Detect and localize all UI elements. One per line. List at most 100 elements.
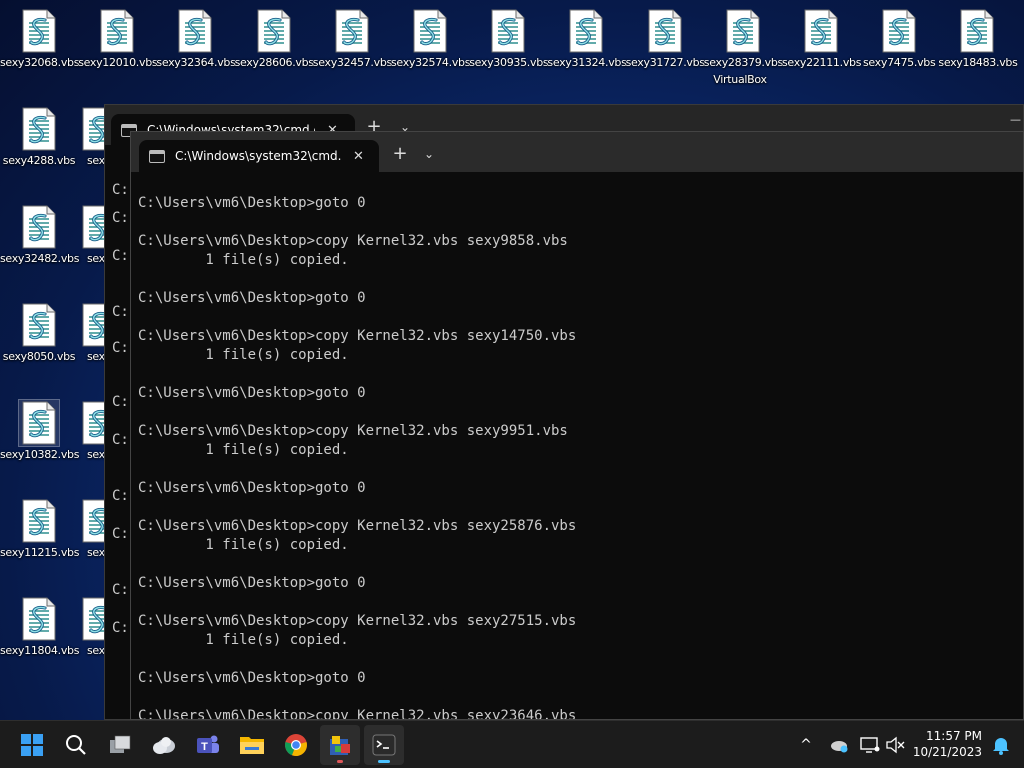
vbs-file-icon <box>19 596 59 642</box>
file-explorer-button[interactable] <box>232 725 272 765</box>
terminal-line: C: <box>112 526 129 542</box>
file-explorer-icon <box>240 737 264 754</box>
desktop-icon-label: sexy32364.vbs <box>156 56 236 69</box>
terminal-line: C: <box>112 210 129 226</box>
front-terminal-output[interactable]: C:\Users\vm6\Desktop>goto 0 C:\Users\vm6\… <box>131 172 1023 719</box>
terminal-line: C: <box>112 620 129 636</box>
vbs-file-icon <box>19 498 59 544</box>
terminal-line: 1 file(s) copied. <box>138 442 349 458</box>
vbs-file-icon <box>175 8 215 54</box>
chrome-button[interactable] <box>276 725 316 765</box>
virtualbox-label: VirtualBox <box>713 73 767 86</box>
terminal-line: C:\Users\vm6\Desktop>goto 0 <box>138 480 366 496</box>
search-button[interactable] <box>56 725 96 765</box>
terminal-line: C:\Users\vm6\Desktop>goto 0 <box>138 575 366 591</box>
desktop-icon-vbs[interactable]: sexy30935.vbs <box>469 8 549 69</box>
volume-mute-icon[interactable] <box>884 733 906 757</box>
vbs-file-icon <box>19 204 59 250</box>
desktop-icon-label: sexy28606.vbs <box>234 56 314 69</box>
terminal-line: C: <box>112 394 129 410</box>
teams-button[interactable]: T <box>188 725 228 765</box>
desktop-icon-label: sexy12010.vbs <box>78 56 158 69</box>
onedrive-icon[interactable] <box>827 733 849 757</box>
display-icon[interactable] <box>859 733 881 757</box>
vbs-file-icon <box>332 8 372 54</box>
start-button[interactable] <box>12 725 52 765</box>
desktop-icon-vbs[interactable]: sexy12010.vbs <box>78 8 158 69</box>
desktop-icon-vbs[interactable]: sexy32364.vbs <box>156 8 236 69</box>
chrome-icon <box>285 734 307 757</box>
minimize-button[interactable]: — <box>1010 113 1021 126</box>
desktop-icon-label: sexy31324.vbs <box>547 56 627 69</box>
terminal-line: C:\Users\vm6\Desktop>copy Kernel32.vbs s… <box>138 613 577 629</box>
vbs-file-icon <box>254 8 294 54</box>
terminal-line: C:\Users\vm6\Desktop>goto 0 <box>138 195 366 211</box>
desktop-icon-label: sexy18483.vbs <box>938 56 1018 69</box>
task-view-icon <box>110 735 131 753</box>
desktop-icon-vbs[interactable]: sexy28606.vbs <box>234 8 314 69</box>
vbs-file-icon <box>19 106 59 152</box>
chevron-up-icon[interactable]: ^ <box>795 733 817 757</box>
terminal-icon <box>372 734 396 756</box>
desktop-icon-vbs[interactable]: sexy31324.vbs <box>547 8 627 69</box>
close-icon[interactable]: ✕ <box>353 149 364 164</box>
vbs-file-icon <box>645 8 685 54</box>
terminal-line: C:\Users\vm6\Desktop>copy Kernel32.vbs s… <box>138 423 568 439</box>
widgets-button[interactable] <box>144 725 184 765</box>
taskbar: T ^ 11:57 PM 10/21/2023 <box>0 720 1024 768</box>
desktop-icon-vbs[interactable]: sexy32457.vbs <box>312 8 392 69</box>
desktop-icon-vbs[interactable]: sexy32574.vbs <box>391 8 470 69</box>
tab-dropdown-button[interactable]: ⌄ <box>415 140 443 168</box>
front-terminal-window[interactable]: C:\Windows\system32\cmd.e ✕ + ⌄ C:\Users… <box>130 131 1024 720</box>
desktop-icon-vbs[interactable]: sexy18483.vbs <box>938 8 1018 69</box>
vbs-file-icon <box>97 8 137 54</box>
desktop-icon-label: sexy32457.vbs <box>312 56 392 69</box>
desktop-icon-vbs[interactable]: sexy31727.vbs <box>625 8 705 69</box>
desktop-icon-label: sexy31727.vbs <box>625 56 705 69</box>
clock[interactable]: 11:57 PM 10/21/2023 <box>913 728 982 760</box>
terminal-line: 1 file(s) copied. <box>138 632 349 648</box>
vbs-file-icon <box>723 8 763 54</box>
terminal-button[interactable] <box>364 725 404 765</box>
widgets-icon <box>153 737 175 754</box>
bell-icon[interactable] <box>990 733 1012 757</box>
front-tab-title: C:\Windows\system32\cmd.e <box>175 149 341 163</box>
desktop-icon-vbs[interactable]: sexy7475.vbs <box>860 8 938 69</box>
start-icon <box>21 734 43 756</box>
terminal-line: C: <box>112 304 129 320</box>
vbs-file-icon <box>18 399 60 447</box>
vbs-file-icon <box>879 8 919 54</box>
vbs-file-icon <box>566 8 606 54</box>
terminal-line: C: <box>112 182 129 198</box>
desktop-icon-label: sexy22111.vbs <box>782 56 862 69</box>
vbs-file-icon <box>488 8 528 54</box>
vbs-file-icon <box>19 302 59 348</box>
new-tab-button[interactable]: + <box>385 140 415 168</box>
terminal-line: C:\Users\vm6\Desktop>copy Kernel32.vbs s… <box>138 328 577 344</box>
terminal-line: 1 file(s) copied. <box>138 252 349 268</box>
active-indicator <box>378 760 390 763</box>
virtualbox-icon <box>330 736 350 755</box>
desktop-icon-vbs[interactable]: sexy32068.vbs <box>0 8 79 69</box>
terminal-line: C: <box>112 432 129 448</box>
search-icon <box>66 735 86 755</box>
front-tab[interactable]: C:\Windows\system32\cmd.e ✕ <box>139 140 379 172</box>
front-titlebar[interactable]: C:\Windows\system32\cmd.e ✕ + ⌄ <box>131 132 1023 172</box>
desktop-icon-vbs[interactable]: sexy28379.vbs <box>704 8 783 69</box>
terminal-line: C: <box>112 248 129 264</box>
virtualbox-button[interactable] <box>320 725 360 765</box>
task-view-button[interactable] <box>100 725 140 765</box>
running-indicator <box>337 760 343 763</box>
terminal-line: C: <box>112 582 129 598</box>
desktop-icon-vbs[interactable]: sexy22111.vbs <box>782 8 862 69</box>
terminal-line: C:\Users\vm6\Desktop>goto 0 <box>138 385 366 401</box>
